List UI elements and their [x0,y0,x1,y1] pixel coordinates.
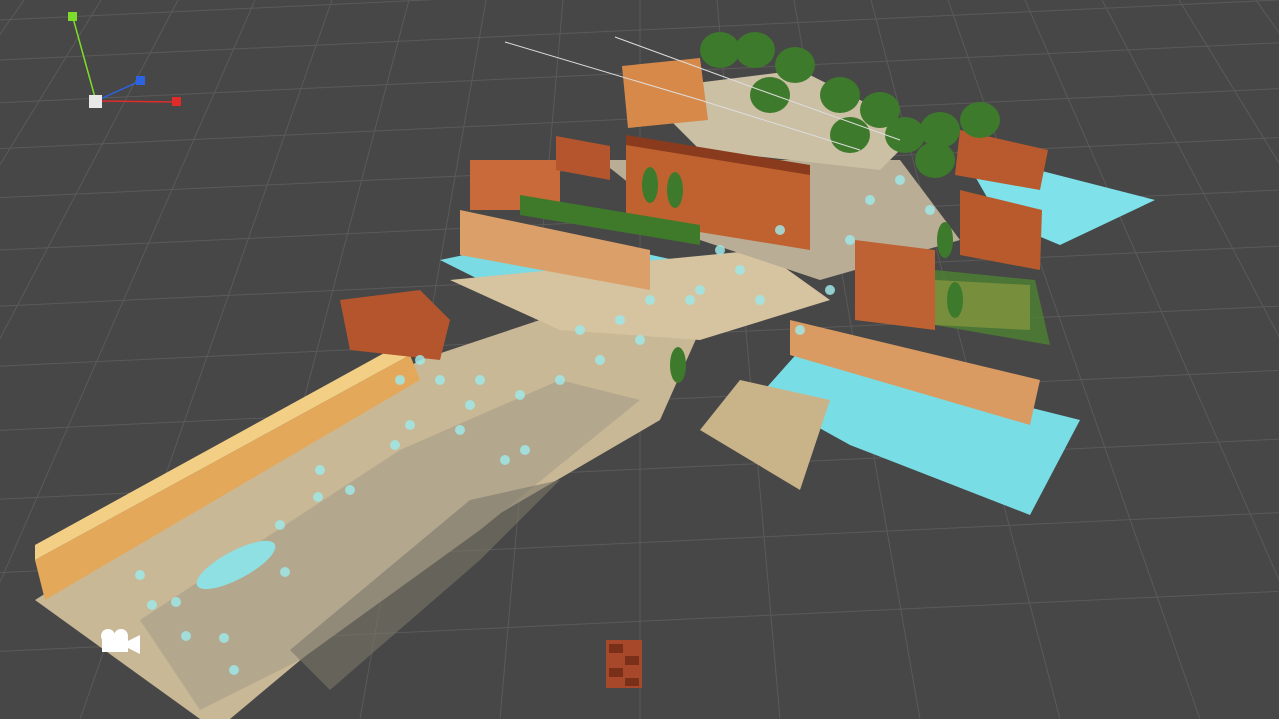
axis-gizmo[interactable] [0,0,1279,719]
scene-viewport[interactable] [0,0,1279,719]
camera-gizmo-icon[interactable] [96,626,146,656]
crate-object[interactable] [606,640,642,688]
z-axis-handle[interactable] [136,76,145,85]
x-axis-handle[interactable] [172,97,181,106]
y-axis-handle[interactable] [68,12,77,21]
gizmo-center-handle[interactable] [89,95,102,108]
